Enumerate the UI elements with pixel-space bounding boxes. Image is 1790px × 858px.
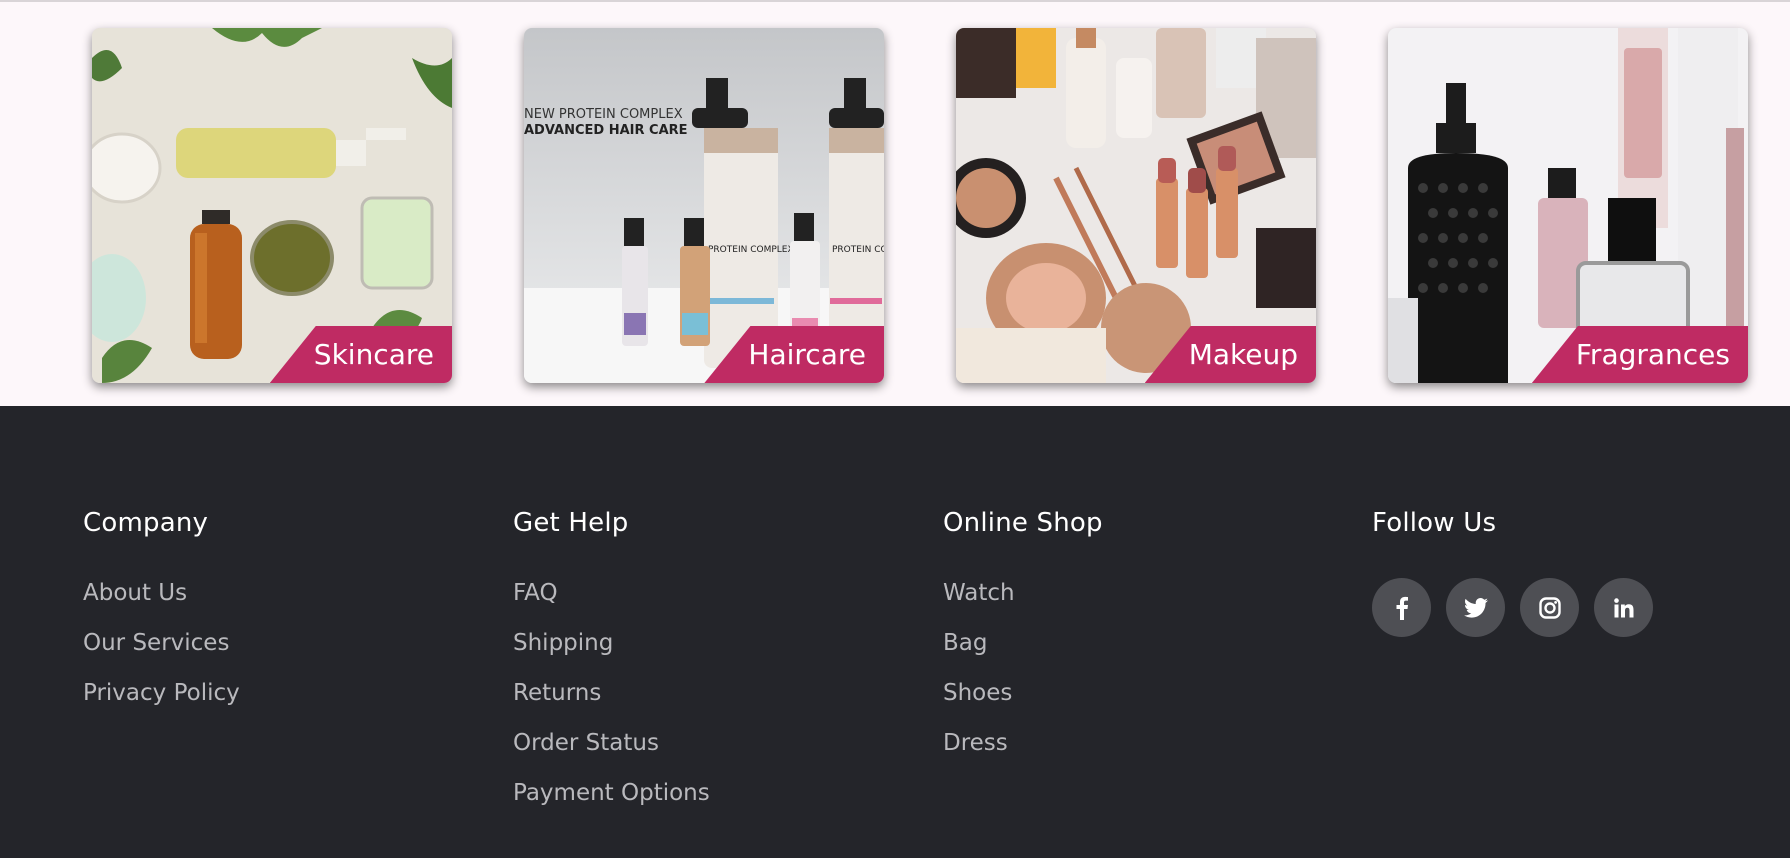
footer-heading: Online Shop bbox=[943, 508, 1103, 538]
footer-link-payment-options[interactable]: Payment Options bbox=[513, 778, 710, 828]
haircare-line1: NEW PROTEIN COMPLEX bbox=[524, 107, 683, 122]
footer-link-privacy-policy[interactable]: Privacy Policy bbox=[83, 678, 240, 728]
site-footer: Company About Us Our Services Privacy Po… bbox=[0, 406, 1790, 858]
twitter-icon bbox=[1463, 597, 1488, 618]
category-card-skincare[interactable]: Skincare bbox=[92, 28, 452, 383]
category-card-makeup[interactable]: Makeup bbox=[956, 28, 1316, 383]
footer-link-about-us[interactable]: About Us bbox=[83, 578, 240, 628]
category-card-haircare[interactable]: NEW PROTEIN COMPLEX ADVANCED HAIR CARE P… bbox=[524, 28, 884, 383]
social-links bbox=[1372, 578, 1653, 637]
footer-column-get-help: Get Help FAQ Shipping Returns Order Stat… bbox=[513, 508, 710, 828]
footer-link-faq[interactable]: FAQ bbox=[513, 578, 710, 628]
category-section: Skincare NEW PROTEIN COMPLEX ADVANCED HA… bbox=[0, 2, 1790, 406]
instagram-button[interactable] bbox=[1520, 578, 1579, 637]
linkedin-button[interactable] bbox=[1594, 578, 1653, 637]
facebook-button[interactable] bbox=[1372, 578, 1431, 637]
footer-link-dress[interactable]: Dress bbox=[943, 728, 1103, 778]
footer-link-returns[interactable]: Returns bbox=[513, 678, 710, 728]
footer-link-our-services[interactable]: Our Services bbox=[83, 628, 240, 678]
footer-column-online-shop: Online Shop Watch Bag Shoes Dress bbox=[943, 508, 1103, 778]
footer-heading: Get Help bbox=[513, 508, 629, 538]
category-card-fragrances[interactable]: Fragrances bbox=[1388, 28, 1748, 383]
haircare-line2: ADVANCED HAIR CARE bbox=[524, 123, 688, 138]
footer-link-shipping[interactable]: Shipping bbox=[513, 628, 710, 678]
instagram-icon bbox=[1538, 596, 1561, 619]
footer-column-company: Company About Us Our Services Privacy Po… bbox=[83, 508, 240, 728]
footer-heading: Follow Us bbox=[1372, 508, 1497, 538]
footer-heading: Company bbox=[83, 508, 209, 538]
footer-link-shoes[interactable]: Shoes bbox=[943, 678, 1103, 728]
footer-column-follow-us: Follow Us bbox=[1372, 508, 1653, 637]
facebook-icon bbox=[1395, 596, 1409, 620]
footer-link-bag[interactable]: Bag bbox=[943, 628, 1103, 678]
footer-link-watch[interactable]: Watch bbox=[943, 578, 1103, 628]
twitter-button[interactable] bbox=[1446, 578, 1505, 637]
bottle-label-1: PROTEIN COMPLEX bbox=[708, 245, 794, 255]
bottle-label-2: PROTEIN COMPLEX bbox=[832, 245, 884, 255]
linkedin-icon bbox=[1613, 597, 1634, 618]
footer-link-order-status[interactable]: Order Status bbox=[513, 728, 710, 778]
